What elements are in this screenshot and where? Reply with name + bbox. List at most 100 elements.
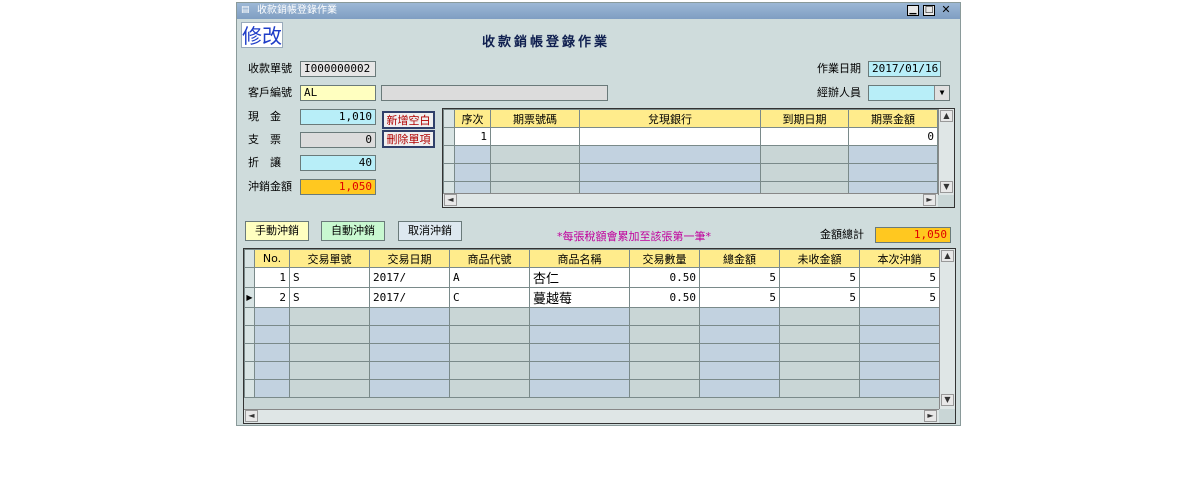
column-header[interactable]: 交易日期 bbox=[369, 249, 450, 268]
receipt-no-field[interactable]: I000000002 bbox=[300, 61, 376, 77]
table-cell[interactable]: 蔓越莓 bbox=[529, 287, 630, 308]
detail-grid-corner bbox=[244, 249, 255, 268]
app-window: ▤ 收款銷帳登錄作業 ▁ □ ✕ 修改 收款銷帳登錄作業 收款單號 I00000… bbox=[236, 2, 961, 426]
detail-grid-vscroll[interactable]: ▲ ▼ bbox=[939, 249, 955, 409]
chevron-down-icon[interactable]: ▼ bbox=[934, 86, 949, 100]
check-grid: 序次 期票號碼 兌現銀行 到期日期 期票金額 1 0 ▲ ▼ ◄ ► bbox=[442, 108, 955, 208]
row-selector[interactable] bbox=[443, 127, 455, 146]
delete-item-button[interactable]: 刪除單項 bbox=[382, 130, 435, 148]
column-header[interactable]: 總金額 bbox=[699, 249, 780, 268]
title-bar: ▤ 收款銷帳登錄作業 ▁ □ ✕ bbox=[237, 3, 960, 19]
column-header[interactable]: 兌現銀行 bbox=[579, 109, 761, 128]
scroll-left-icon[interactable]: ◄ bbox=[444, 194, 457, 206]
scroll-right-icon[interactable]: ► bbox=[924, 410, 937, 422]
amount-total-field: 1,050 bbox=[875, 227, 951, 243]
column-header[interactable]: 商品代號 bbox=[449, 249, 530, 268]
table-cell[interactable]: 5 bbox=[699, 267, 780, 288]
check-grid-vscroll[interactable]: ▲ ▼ bbox=[938, 109, 954, 195]
cancel-offset-button[interactable]: 取消沖銷 bbox=[398, 221, 462, 241]
scroll-up-icon[interactable]: ▲ bbox=[941, 250, 954, 262]
check-label: 支 票 bbox=[248, 133, 281, 146]
customer-label: 客戶編號 bbox=[248, 86, 292, 99]
column-header[interactable]: 商品名稱 bbox=[529, 249, 630, 268]
column-header[interactable]: 期票金額 bbox=[848, 109, 938, 128]
column-header[interactable]: 未收金額 bbox=[779, 249, 860, 268]
column-header[interactable]: 本次沖銷 bbox=[859, 249, 940, 268]
table-cell[interactable]: 5 bbox=[779, 287, 860, 308]
table-cell[interactable]: 5 bbox=[859, 287, 940, 308]
offset-total-label: 沖銷金額 bbox=[248, 180, 292, 193]
table-cell[interactable]: 1 bbox=[254, 267, 290, 288]
table-cell[interactable]: 2017/ bbox=[369, 267, 450, 288]
table-cell[interactable]: 杏仁 bbox=[529, 267, 630, 288]
table-cell[interactable]: 0.50 bbox=[629, 267, 700, 288]
scroll-down-icon[interactable]: ▼ bbox=[940, 181, 953, 193]
table-cell[interactable]: 5 bbox=[699, 287, 780, 308]
table-cell[interactable] bbox=[760, 127, 849, 146]
empty-row bbox=[443, 163, 938, 182]
manual-offset-button[interactable]: 手動沖銷 bbox=[245, 221, 309, 241]
table-cell[interactable]: 5 bbox=[859, 267, 940, 288]
table-cell[interactable] bbox=[579, 127, 761, 146]
column-header[interactable]: 序次 bbox=[454, 109, 491, 128]
empty-row bbox=[443, 145, 938, 164]
receipt-no-label: 收款單號 bbox=[248, 62, 292, 75]
table-row[interactable]: 1 S 2017/ A 杏仁 0.50 5 5 5 bbox=[244, 267, 940, 288]
table-cell[interactable]: 1 bbox=[454, 127, 491, 146]
offset-total-field: 1,050 bbox=[300, 179, 376, 195]
empty-row bbox=[244, 379, 940, 398]
empty-row bbox=[244, 343, 940, 362]
table-cell[interactable]: S bbox=[289, 267, 370, 288]
table-cell[interactable]: C bbox=[449, 287, 530, 308]
maximize-button[interactable]: □ bbox=[923, 5, 935, 16]
table-row[interactable]: ▶ 2 S 2017/ C 蔓越莓 0.50 5 5 5 bbox=[244, 287, 940, 308]
handler-label: 經辦人員 bbox=[817, 86, 861, 99]
check-field: 0 bbox=[300, 132, 376, 148]
table-cell[interactable]: A bbox=[449, 267, 530, 288]
mode-indicator: 修改 bbox=[241, 22, 283, 48]
auto-offset-button[interactable]: 自動沖銷 bbox=[321, 221, 385, 241]
check-grid-hscroll[interactable]: ◄ ► bbox=[443, 193, 938, 207]
empty-row bbox=[244, 361, 940, 380]
check-grid-corner bbox=[443, 109, 455, 128]
discount-label: 折 讓 bbox=[248, 156, 281, 169]
form-title: 收款銷帳登錄作業 bbox=[482, 35, 611, 50]
handler-dropdown[interactable]: ▼ bbox=[868, 85, 950, 101]
check-table: 序次 期票號碼 兌現銀行 到期日期 期票金額 1 0 bbox=[443, 109, 938, 200]
scroll-down-icon[interactable]: ▼ bbox=[941, 394, 954, 406]
scroll-up-icon[interactable]: ▲ bbox=[940, 110, 953, 122]
detail-grid: No. 交易單號 交易日期 商品代號 商品名稱 交易數量 總金額 未收金額 本次… bbox=[243, 248, 956, 424]
column-header[interactable]: No. bbox=[254, 249, 290, 268]
table-cell[interactable]: 0.50 bbox=[629, 287, 700, 308]
detail-grid-hscroll[interactable]: ◄ ► bbox=[244, 409, 939, 423]
current-row-indicator-icon[interactable]: ▶ bbox=[244, 287, 255, 308]
work-date-field[interactable]: 2017/01/16 bbox=[868, 61, 941, 77]
empty-row bbox=[244, 307, 940, 326]
table-cell[interactable]: S bbox=[289, 287, 370, 308]
cash-field[interactable]: 1,010 bbox=[300, 109, 376, 125]
row-selector[interactable] bbox=[244, 267, 255, 288]
empty-row bbox=[244, 325, 940, 344]
table-cell[interactable]: 0 bbox=[848, 127, 938, 146]
table-cell[interactable]: 2 bbox=[254, 287, 290, 308]
table-cell[interactable]: 5 bbox=[779, 267, 860, 288]
column-header[interactable]: 交易單號 bbox=[289, 249, 370, 268]
window-icon: ▤ bbox=[241, 5, 250, 15]
work-date-label: 作業日期 bbox=[817, 62, 861, 75]
table-cell[interactable]: 2017/ bbox=[369, 287, 450, 308]
amount-total-label: 金額總計 bbox=[820, 228, 864, 241]
table-cell[interactable] bbox=[490, 127, 580, 146]
scroll-left-icon[interactable]: ◄ bbox=[245, 410, 258, 422]
detail-table: No. 交易單號 交易日期 商品代號 商品名稱 交易數量 總金額 未收金額 本次… bbox=[244, 249, 940, 398]
column-header[interactable]: 到期日期 bbox=[760, 109, 849, 128]
scroll-right-icon[interactable]: ► bbox=[923, 194, 936, 206]
customer-code-field[interactable]: AL bbox=[300, 85, 376, 101]
discount-field[interactable]: 40 bbox=[300, 155, 376, 171]
add-blank-button[interactable]: 新增空白 bbox=[382, 111, 435, 129]
minimize-button[interactable]: ▁ bbox=[907, 5, 919, 16]
column-header[interactable]: 交易數量 bbox=[629, 249, 700, 268]
customer-name-field bbox=[381, 85, 608, 101]
close-button[interactable]: ✕ bbox=[940, 4, 952, 16]
table-row[interactable]: 1 0 bbox=[443, 127, 938, 146]
column-header[interactable]: 期票號碼 bbox=[490, 109, 580, 128]
